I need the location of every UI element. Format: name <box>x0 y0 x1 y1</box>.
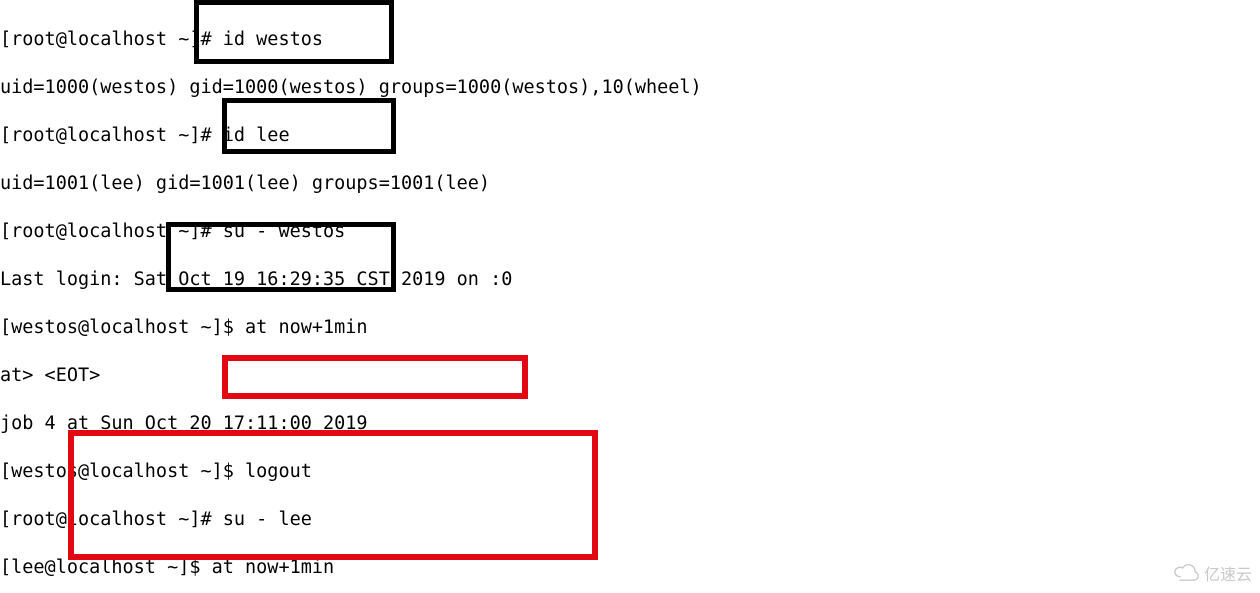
highlight-box-id-westos <box>194 0 394 64</box>
terminal-line: at> <EOT> <box>0 364 1260 388</box>
terminal-line: [root@localhost ~]# id lee <box>0 124 1260 148</box>
terminal-line: [root@localhost ~]# id westos <box>0 28 1260 52</box>
cloud-icon <box>1172 563 1200 589</box>
watermark-text: 亿速云 <box>1204 564 1252 588</box>
terminal-line: uid=1000(westos) gid=1000(westos) groups… <box>0 76 1260 100</box>
watermark: 亿速云 <box>1172 563 1252 589</box>
highlight-box-su-westos <box>222 98 396 154</box>
terminal-line: uid=1001(lee) gid=1001(lee) groups=1001(… <box>0 172 1260 196</box>
highlight-box-ll-deny <box>222 355 528 399</box>
highlight-box-su-lee <box>166 222 396 292</box>
highlight-box-deny-err <box>68 430 598 560</box>
terminal-line: [westos@localhost ~]$ at now+1min <box>0 316 1260 340</box>
